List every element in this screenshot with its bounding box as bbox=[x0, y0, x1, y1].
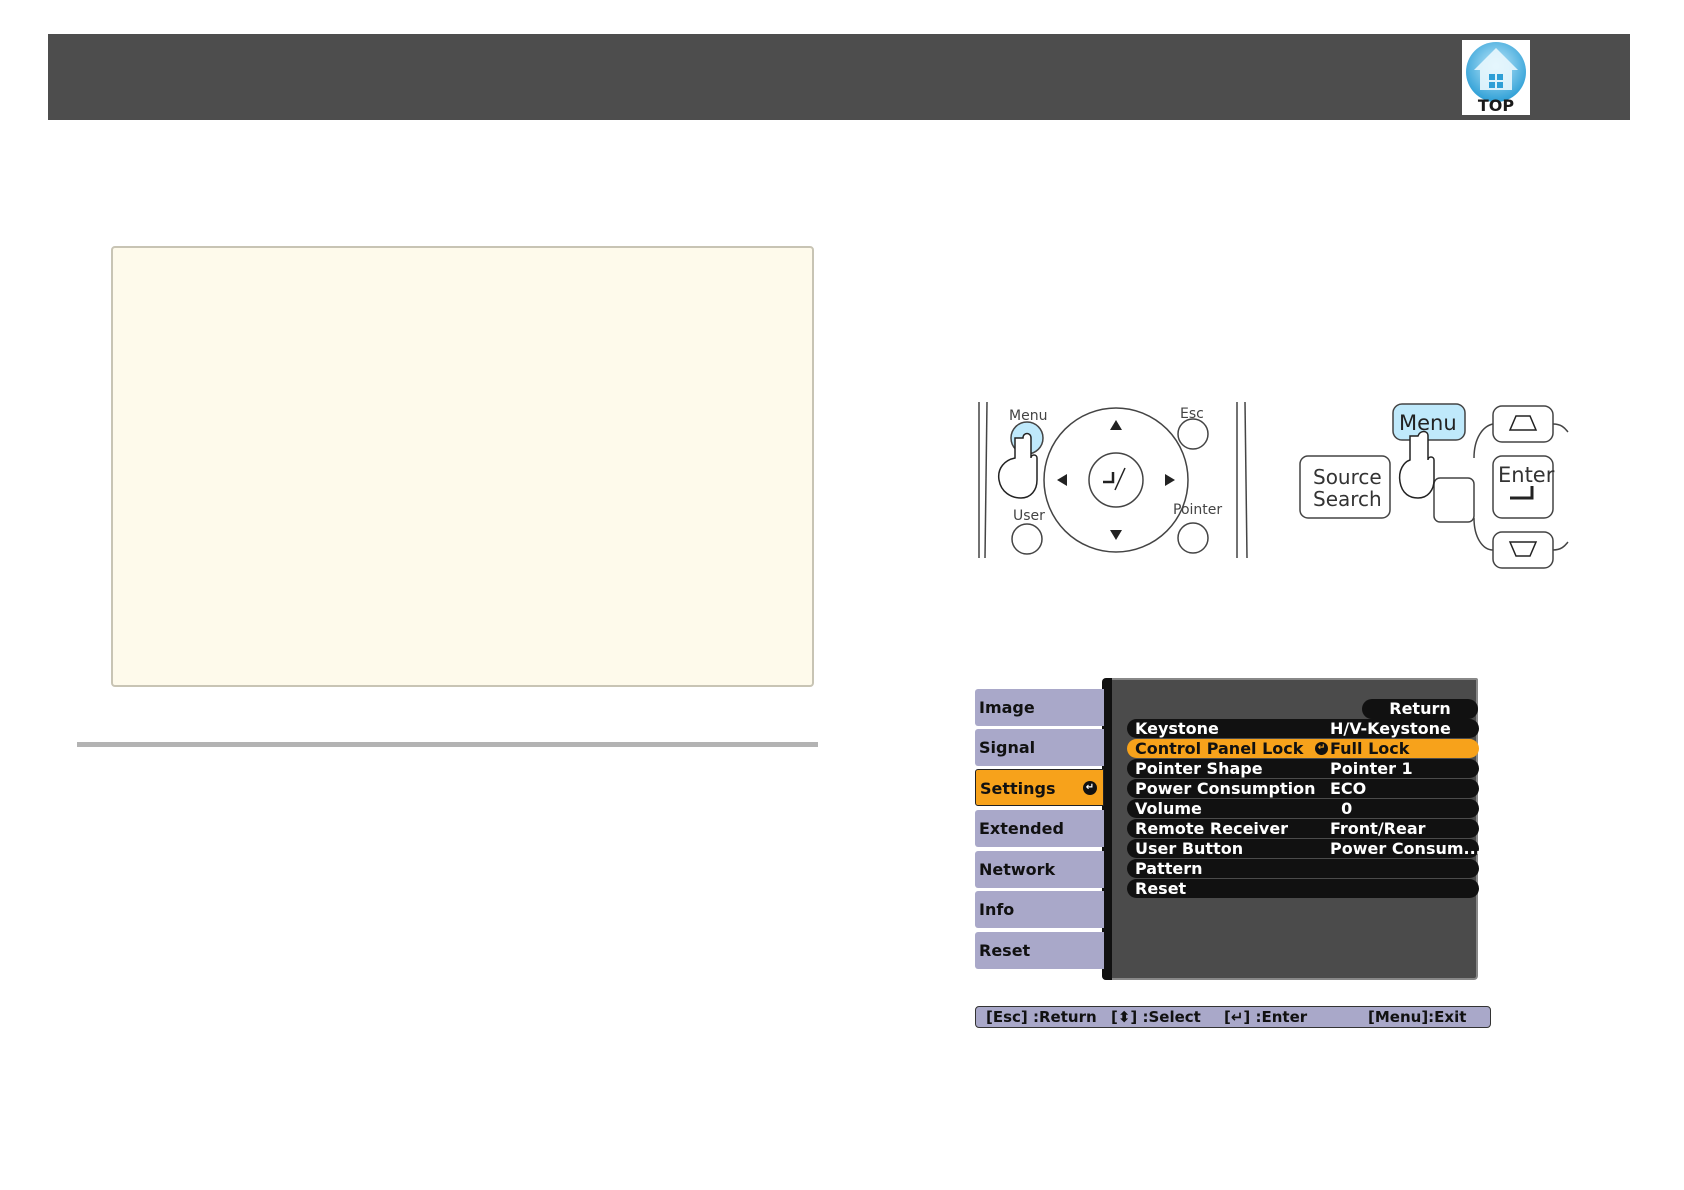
menu-row-volume[interactable]: Volume 0 bbox=[1127, 799, 1479, 818]
help-select: [⬍] :Select bbox=[1111, 1008, 1201, 1026]
enter-icon: ↵ bbox=[1315, 742, 1328, 755]
tab-signal[interactable]: Signal bbox=[975, 729, 1104, 766]
menu-row-power-consumption[interactable]: Power Consumption ECO bbox=[1127, 779, 1479, 798]
remote-control-illustration: Menu User Esc Pointer bbox=[978, 401, 1248, 559]
help-exit: [Menu]:Exit bbox=[1368, 1008, 1467, 1026]
remote-esc-button[interactable] bbox=[1177, 418, 1209, 450]
menu-row-label: Reset bbox=[1135, 879, 1187, 898]
tab-settings[interactable]: Settings ↵ bbox=[975, 769, 1104, 806]
menu-row-label: Keystone bbox=[1135, 719, 1219, 738]
remote-user-button[interactable] bbox=[1011, 523, 1043, 555]
keystone-up-button[interactable] bbox=[1492, 405, 1554, 443]
menu-row-pattern[interactable]: Pattern bbox=[1127, 859, 1479, 878]
tab-extended[interactable]: Extended bbox=[975, 810, 1104, 847]
menu-row-label: Pointer Shape bbox=[1135, 759, 1263, 778]
tab-info[interactable]: Info bbox=[975, 891, 1104, 928]
hand-pointer-icon bbox=[997, 432, 1038, 499]
menu-row-value: Full Lock bbox=[1330, 739, 1410, 758]
menu-row-value: 0 bbox=[1330, 799, 1353, 818]
menu-row-label: User Button bbox=[1135, 839, 1244, 858]
tab-reset[interactable]: Reset bbox=[975, 932, 1104, 969]
panel-enter-label: Enter bbox=[1498, 463, 1555, 487]
menu-row-value: Front/Rear bbox=[1330, 819, 1426, 838]
control-panel-illustration: Source Search Menu Enter bbox=[1299, 403, 1569, 569]
remote-enter-button[interactable] bbox=[1088, 452, 1144, 508]
menu-row-value: H/V-Keystone bbox=[1330, 719, 1451, 738]
menu-row-label: Pattern bbox=[1135, 859, 1203, 878]
return-button[interactable]: Return bbox=[1362, 699, 1478, 719]
source-search-line1: Source bbox=[1313, 465, 1382, 489]
tab-settings-label: Settings bbox=[980, 779, 1056, 798]
note-box bbox=[111, 246, 814, 687]
menu-row-reset[interactable]: Reset bbox=[1127, 879, 1479, 898]
top-label: TOP bbox=[1477, 96, 1515, 115]
menu-row-value: Pointer 1 bbox=[1330, 759, 1413, 778]
tab-image[interactable]: Image bbox=[975, 689, 1104, 726]
remote-pointer-button[interactable] bbox=[1177, 522, 1209, 554]
menu-row-pointer-shape[interactable]: Pointer Shape Pointer 1 bbox=[1127, 759, 1479, 778]
menu-row-label: Control Panel Lock bbox=[1135, 739, 1304, 758]
menu-row-label: Volume bbox=[1135, 799, 1202, 818]
help-esc-return: [Esc] :Return bbox=[986, 1008, 1097, 1026]
enter-icon: ↵ bbox=[1083, 781, 1097, 795]
menu-row-keystone[interactable]: Keystone H/V-Keystone bbox=[1127, 719, 1479, 738]
remote-user-label: User bbox=[1013, 508, 1045, 524]
menu-row-control-panel-lock[interactable]: Control Panel Lock ↵ Full Lock bbox=[1127, 739, 1479, 758]
menu-row-value: ECO bbox=[1330, 779, 1367, 798]
remote-pointer-label: Pointer bbox=[1173, 502, 1222, 518]
section-divider bbox=[77, 742, 818, 747]
tab-network[interactable]: Network bbox=[975, 851, 1104, 888]
menu-row-label: Remote Receiver bbox=[1135, 819, 1289, 838]
menu-row-remote-receiver[interactable]: Remote Receiver Front/Rear bbox=[1127, 819, 1479, 838]
volume-button[interactable] bbox=[1433, 477, 1475, 523]
source-search-line2: Search bbox=[1313, 487, 1382, 511]
menu-row-label: Power Consumption bbox=[1135, 779, 1316, 798]
hand-pointer-icon bbox=[1398, 430, 1435, 499]
help-enter: [↵] :Enter bbox=[1224, 1008, 1308, 1026]
panel-menu-label: Menu bbox=[1399, 411, 1457, 435]
keystone-down-button[interactable] bbox=[1492, 531, 1554, 569]
menu-row-user-button[interactable]: User Button Power Consum... bbox=[1127, 839, 1482, 858]
osd-help-bar: [Esc] :Return [⬍] :Select [↵] :Enter [Me… bbox=[975, 1006, 1491, 1028]
header-bar bbox=[48, 34, 1630, 120]
menu-row-value: Power Consum... bbox=[1330, 839, 1482, 858]
top-home-button[interactable]: TOP bbox=[1462, 40, 1530, 115]
